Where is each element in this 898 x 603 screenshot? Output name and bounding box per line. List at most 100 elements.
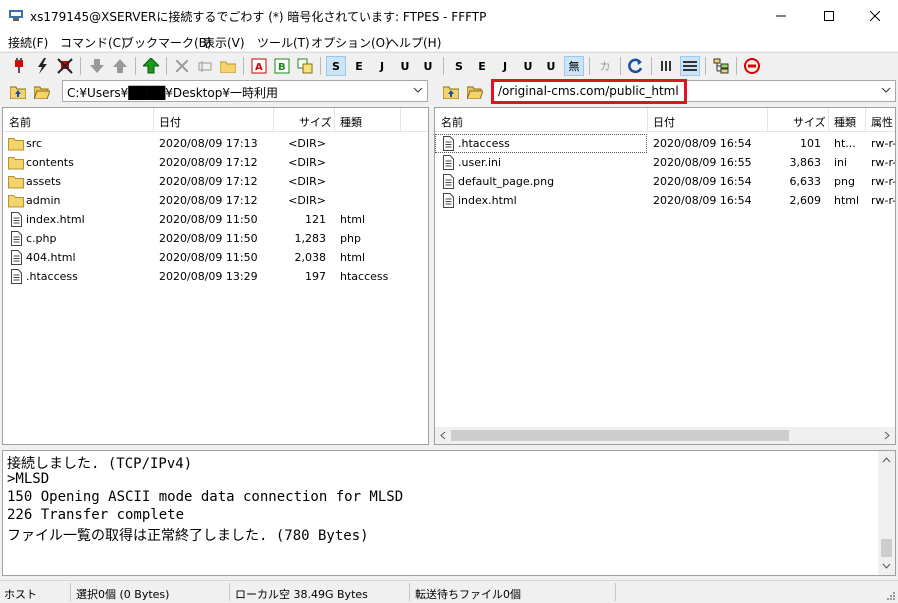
- remote-euc-button[interactable]: E: [472, 56, 492, 76]
- ascii-mode-icon: A: [251, 58, 267, 74]
- menu-view[interactable]: 表示(V): [203, 34, 245, 51]
- upload-button[interactable]: [110, 56, 130, 76]
- file-type: html: [834, 194, 860, 207]
- file-name: assets: [26, 175, 62, 188]
- scroll-thumb[interactable]: [451, 430, 789, 441]
- folder-icon: [220, 61, 236, 73]
- menu-bookmark[interactable]: ブックマーク(B): [122, 34, 212, 51]
- col-type[interactable]: 種類: [340, 114, 362, 130]
- file-size: <DIR>: [288, 194, 326, 207]
- no-conversion-button[interactable]: 無: [564, 56, 584, 76]
- col-date[interactable]: 日付: [653, 114, 675, 130]
- resize-grip-icon[interactable]: [885, 590, 895, 600]
- local-file-pane[interactable]: 名前 日付 サイズ 種類 src 2020/08/09 17:13 <DIR> con…: [2, 107, 429, 445]
- file-name: admin: [26, 194, 61, 207]
- transfer-auto-button[interactable]: [295, 56, 315, 76]
- download-button[interactable]: [87, 56, 107, 76]
- log-line: 150 Opening ASCII mode data connection f…: [7, 489, 404, 505]
- quick-connect-button[interactable]: [32, 56, 52, 76]
- remote-utf8-button[interactable]: U: [518, 56, 538, 76]
- scroll-left-icon[interactable]: [439, 431, 447, 440]
- new-folder-button[interactable]: [218, 56, 238, 76]
- list-view-button[interactable]: [657, 56, 677, 76]
- table-row[interactable]: .user.ini 2020/08/09 16:55 3,863 ini rw-r-: [435, 153, 895, 172]
- file-date: 2020/08/09 11:50: [159, 251, 258, 264]
- kanji-jis-button[interactable]: J: [372, 56, 392, 76]
- remote-utf8bom-button[interactable]: U: [541, 56, 561, 76]
- col-size[interactable]: サイズ: [299, 114, 332, 130]
- table-row[interactable]: .htaccess 2020/08/09 13:29 197 htaccess: [3, 267, 428, 286]
- menu-help[interactable]: ヘルプ(H): [387, 34, 441, 51]
- sync-folder-button[interactable]: [711, 56, 731, 76]
- arrow-up-green-icon: [143, 58, 159, 74]
- table-row[interactable]: c.php 2020/08/09 11:50 1,283 php: [3, 229, 428, 248]
- maximize-button[interactable]: [806, 0, 852, 31]
- transfer-ascii-button[interactable]: A: [249, 56, 269, 76]
- menu-command[interactable]: コマンド(C): [60, 34, 126, 51]
- kana-convert-button[interactable]: カ: [595, 56, 615, 76]
- col-size[interactable]: サイズ: [793, 114, 826, 130]
- file-attr: rw-r-: [871, 175, 896, 188]
- table-row[interactable]: contents 2020/08/09 17:12 <DIR>: [3, 153, 428, 172]
- col-attr[interactable]: 属性: [871, 114, 893, 130]
- scroll-down-icon[interactable]: [882, 562, 891, 570]
- disconnect-button[interactable]: [55, 56, 75, 76]
- file-size: 101: [800, 137, 821, 150]
- table-row[interactable]: admin 2020/08/09 17:12 <DIR>: [3, 191, 428, 210]
- menu-tools[interactable]: ツール(T): [257, 34, 310, 51]
- minimize-button[interactable]: [758, 0, 804, 31]
- log-line: 226 Transfer complete: [7, 507, 185, 523]
- col-type[interactable]: 種類: [834, 114, 856, 130]
- scroll-up-icon[interactable]: [882, 456, 891, 464]
- file-size: 121: [305, 213, 326, 226]
- table-row[interactable]: assets 2020/08/09 17:12 <DIR>: [3, 172, 428, 191]
- menu-options[interactable]: オプション(O): [311, 34, 390, 51]
- kanji-utf8-button[interactable]: U: [395, 56, 415, 76]
- menu-connect[interactable]: 接続(F): [8, 34, 48, 51]
- table-row[interactable]: index.html 2020/08/09 16:54 2,609 html rw-r-: [435, 191, 895, 210]
- detail-view-button[interactable]: [680, 56, 700, 76]
- file-date: 2020/08/09 16:55: [653, 156, 752, 169]
- close-icon: [870, 10, 880, 21]
- kanji-euc-button[interactable]: E: [349, 56, 369, 76]
- local-path-combobox[interactable]: C:¥Users¥████¥Desktop¥一時利用: [62, 80, 428, 102]
- file-name: .htaccess: [458, 137, 510, 150]
- kanji-sjis-button[interactable]: S: [326, 56, 346, 76]
- chevron-down-icon: [881, 87, 891, 93]
- rename-button[interactable]: [195, 56, 215, 76]
- status-host: ホスト: [4, 588, 37, 601]
- file-icon: [443, 136, 454, 151]
- table-row[interactable]: default_page.png 2020/08/09 16:54 6,633 png…: [435, 172, 895, 191]
- transfer-binary-button[interactable]: B: [272, 56, 292, 76]
- remote-sjis-button[interactable]: S: [449, 56, 469, 76]
- col-name[interactable]: 名前: [441, 114, 463, 130]
- local-open-folder-button[interactable]: [32, 82, 52, 102]
- local-up-folder-button[interactable]: [8, 82, 28, 102]
- close-button[interactable]: [852, 0, 898, 31]
- connect-button[interactable]: [9, 56, 29, 76]
- scroll-right-icon[interactable]: [883, 431, 891, 440]
- table-row[interactable]: .htaccess 2020/08/09 16:54 101 ht... rw-r-: [435, 134, 895, 153]
- col-date[interactable]: 日付: [159, 114, 181, 130]
- file-attr: rw-r-: [871, 156, 896, 169]
- file-type: png: [834, 175, 855, 188]
- remote-file-pane[interactable]: 名前 日付 サイズ 種類 属性 .htaccess 2020/08/09 16:5…: [434, 107, 896, 445]
- abort-button[interactable]: [742, 56, 762, 76]
- col-name[interactable]: 名前: [9, 114, 31, 130]
- log-pane[interactable]: 接続しました. (TCP/IPv4) >MLSD 150 Opening ASC…: [2, 450, 896, 576]
- table-row[interactable]: 404.html 2020/08/09 11:50 2,038 html: [3, 248, 428, 267]
- remote-horizontal-scrollbar[interactable]: [435, 427, 895, 444]
- delete-button[interactable]: [172, 56, 192, 76]
- scroll-thumb[interactable]: [881, 539, 892, 557]
- remote-open-folder-button[interactable]: [465, 82, 485, 102]
- refresh-button[interactable]: [626, 56, 646, 76]
- table-row[interactable]: src 2020/08/09 17:13 <DIR>: [3, 134, 428, 153]
- table-row[interactable]: index.html 2020/08/09 11:50 121 html: [3, 210, 428, 229]
- log-vertical-scrollbar[interactable]: [878, 451, 895, 575]
- mirror-upload-button[interactable]: [141, 56, 161, 76]
- folder-icon: [8, 157, 24, 170]
- log-line: 接続しました. (TCP/IPv4): [7, 456, 193, 472]
- remote-jis-button[interactable]: J: [495, 56, 515, 76]
- kanji-utf8bom-button[interactable]: U: [418, 56, 438, 76]
- remote-up-folder-button[interactable]: [441, 82, 461, 102]
